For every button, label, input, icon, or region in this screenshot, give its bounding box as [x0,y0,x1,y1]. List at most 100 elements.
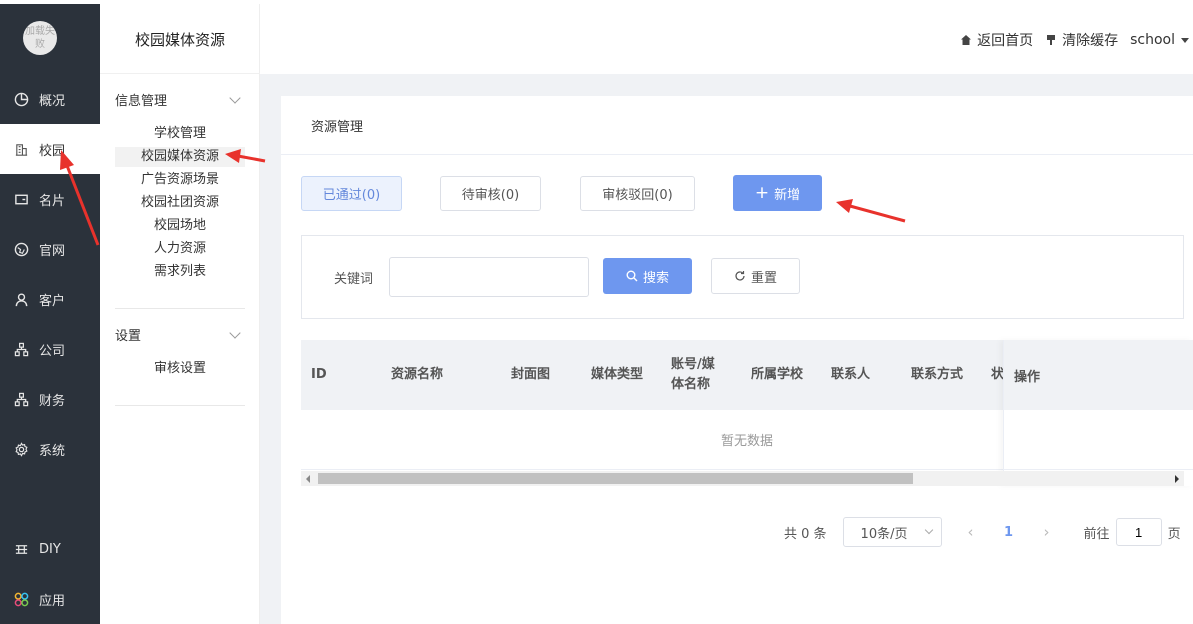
prev-page-icon[interactable]: ‹ [956,523,986,541]
main-sidebar: 加载失败 概况 校园 名片 官网 客户 公司 财务 系统 DIY 应用 [0,4,100,624]
column-header-operation[interactable]: 操作 [1004,340,1193,410]
page-title: 资源管理 [311,120,364,135]
refresh-icon [735,271,745,281]
building-icon [13,141,29,157]
home-link[interactable]: 返回首页 [960,30,1033,50]
submenu-ad-scene[interactable]: 广告资源场景 [115,170,245,190]
pagination: 共 0 条 10条/页 ‹ 1 › 前往 页 [784,517,1181,547]
column-header[interactable]: 媒体类型 [591,340,643,410]
user-icon [13,291,29,307]
plus-icon: + [754,182,770,203]
sidebar-item-label: 系统 [39,443,66,459]
reset-button-label: 重置 [750,270,777,286]
sidebar-item-finance[interactable]: 财务 [0,374,100,424]
org-icon [13,391,29,407]
home-icon [961,35,972,45]
menu-group-info[interactable]: 信息管理 [115,90,245,109]
sidebar-item-label: 财务 [39,393,66,409]
org-icon [13,341,29,357]
tab-approved[interactable]: 已通过(0) [301,176,402,211]
sidebar-item-system[interactable]: 系统 [0,424,100,474]
sidebar-item-website[interactable]: 官网 [0,224,100,274]
tab-pending[interactable]: 待审核(0) [440,176,541,211]
page-number[interactable]: 1 [994,525,1024,540]
gear-icon [13,441,29,457]
divider [115,405,245,406]
sidebar-item-overview[interactable]: 概况 [0,74,100,124]
user-menu[interactable]: school [1130,32,1189,48]
divider [281,154,1193,155]
search-icon [626,270,638,282]
add-button-label: 新增 [774,187,801,203]
submenu-audit-settings[interactable]: 审核设置 [115,359,245,379]
globe-icon [13,241,29,257]
horizontal-scrollbar[interactable] [301,471,1184,486]
chevron-down-icon [924,525,933,535]
tab-rejected[interactable]: 审核驳回(0) [580,176,695,211]
caret-down-icon [1181,37,1189,43]
goto-prefix: 前往 [1083,526,1110,542]
user-name: school [1130,32,1175,48]
sidebar-item-campus[interactable]: 校园 [0,124,100,174]
sub-sidebar-title: 校园媒体资源 [100,4,260,74]
menu-group-label: 信息管理 [115,94,168,109]
next-page-icon[interactable]: › [1032,523,1062,541]
pie-chart-icon [13,91,29,107]
column-header[interactable]: 联系人 [831,340,870,410]
total-count: 共 0 条 [784,526,827,542]
page-size-value: 10条/页 [860,526,908,542]
sidebar-item-apps[interactable]: 应用 [0,574,100,624]
column-header[interactable]: 所属学校 [751,340,803,410]
sidebar-item-company[interactable]: 公司 [0,324,100,374]
keyword-label: 关键词 [334,272,374,287]
scroll-left-icon[interactable] [306,475,310,483]
header-actions: 返回首页 清除缓存 school [948,30,1189,50]
sidebar-item-customer[interactable]: 客户 [0,274,100,324]
sidebar-item-diy[interactable]: DIY [0,524,100,574]
card-icon [13,191,29,207]
page-size-select[interactable]: 10条/页 [842,517,942,547]
top-header: 返回首页 清除缓存 school [260,4,1193,74]
submenu-club-resource[interactable]: 校园社团资源 [115,193,245,213]
home-link-label: 返回首页 [977,33,1034,49]
keyword-input[interactable] [389,257,589,297]
search-panel: 关键词 搜索 重置 [301,235,1184,319]
divider [115,308,245,309]
diy-icon [13,541,29,557]
search-button-label: 搜索 [642,270,669,286]
submenu-campus-media[interactable]: 校园媒体资源 [115,147,245,167]
reset-button[interactable]: 重置 [711,258,800,294]
apps-icon [13,591,29,607]
sidebar-item-label: 应用 [39,593,66,609]
submenu-human-resource[interactable]: 人力资源 [115,239,245,259]
menu-group-label: 设置 [115,329,142,344]
column-header[interactable]: ID [311,340,327,410]
column-header[interactable]: 联系方式 [911,340,963,410]
goto-page-input[interactable] [1115,518,1162,546]
sidebar-item-label: DIY [39,541,61,557]
avatar[interactable]: 加载失败 [23,21,57,55]
search-button[interactable]: 搜索 [603,258,692,294]
column-header[interactable]: 账号/媒体名称 [671,340,727,410]
chevron-down-icon [229,92,241,104]
sub-sidebar: 校园媒体资源 信息管理 学校管理 校园媒体资源 广告资源场景 校园社团资源 校园… [100,4,260,624]
clear-cache-link[interactable]: 清除缓存 [1045,30,1118,50]
sidebar-item-label: 概况 [39,93,66,109]
sidebar-item-label: 校园 [39,143,66,159]
fixed-operation-column: 操作 [1003,340,1193,486]
sidebar-item-card[interactable]: 名片 [0,174,100,224]
column-header[interactable]: 资源名称 [391,340,443,410]
submenu-school-manage[interactable]: 学校管理 [115,124,245,144]
sidebar-item-label: 名片 [39,193,66,209]
menu-group-settings[interactable]: 设置 [115,325,245,344]
brush-icon [1047,35,1056,45]
sidebar-item-label: 官网 [39,243,66,259]
column-header[interactable]: 封面图 [511,340,550,410]
goto-suffix: 页 [1167,526,1181,542]
submenu-demand-list[interactable]: 需求列表 [115,262,245,282]
sidebar-item-label: 公司 [39,343,66,359]
submenu-campus-venue[interactable]: 校园场地 [115,216,245,236]
scroll-thumb[interactable] [318,473,913,484]
scroll-right-icon[interactable] [1175,475,1179,483]
add-button[interactable]: + 新增 [733,175,822,211]
